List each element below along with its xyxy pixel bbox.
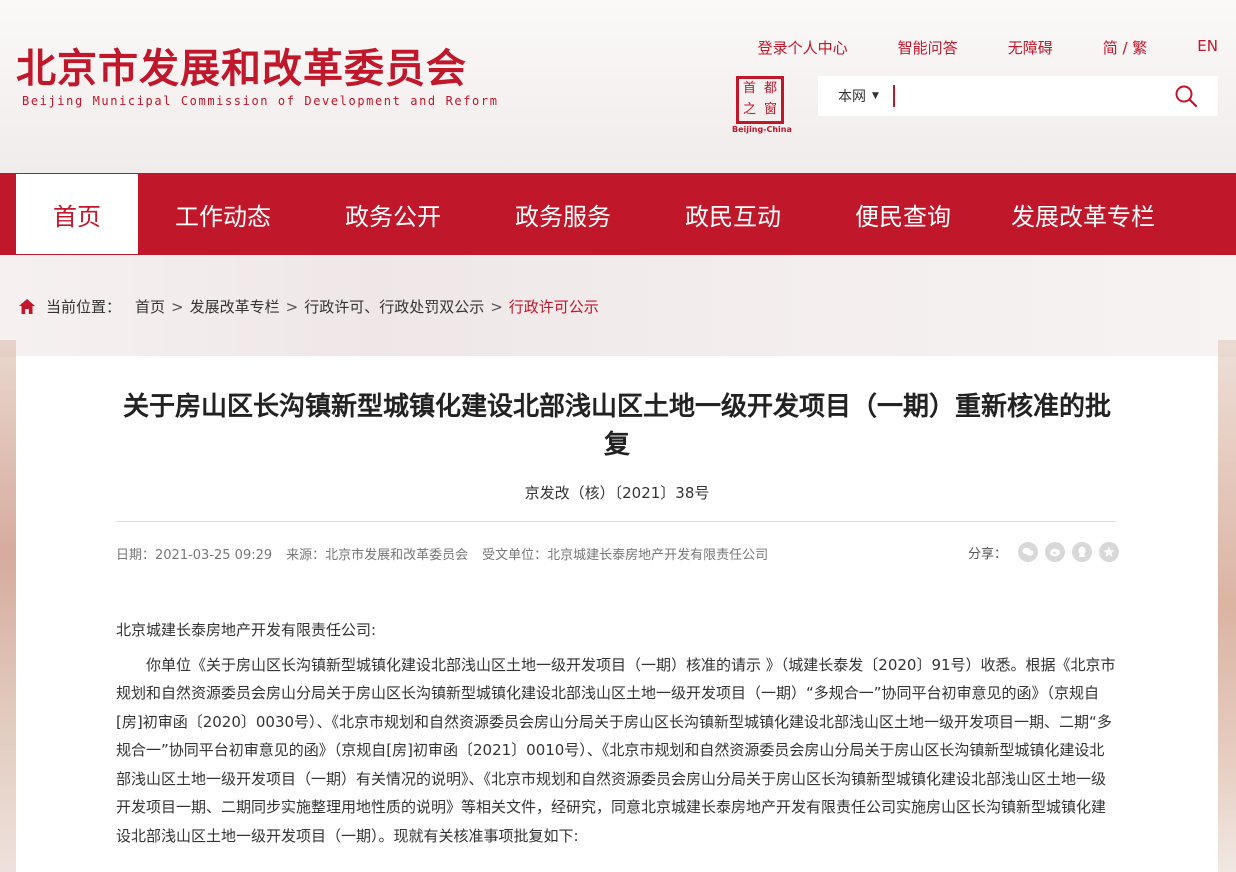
search-button[interactable] [1166,76,1206,116]
seal-logo-icon: 首 都 之 窗 [736,76,784,124]
article-title: 关于房山区长沟镇新型城镇化建设北部浅山区土地一级开发项目（一期）重新核准的批复 [122,392,1111,460]
favorite-star-icon[interactable] [1099,542,1120,562]
accessibility-link[interactable]: 无障碍 [1008,37,1053,58]
breadcrumb: 当前位置： 首页 > 发展改革专栏 > 行政许可、行政处罚双公示 > 行政许可公… [18,296,599,317]
home-icon [19,299,35,314]
nav-item-gov-affairs[interactable]: 政务公开 [308,173,478,255]
salutation: 北京城建长泰房地产开发有限责任公司: [116,621,377,639]
article-container: 关于房山区长沟镇新型城镇化建设北部浅山区土地一级开发项目（一期）重新核准的批复 … [16,356,1218,872]
breadcrumb-reform-column[interactable]: 发展改革专栏 [190,296,280,317]
article-recipient: 受文单位：北京城建长泰房地产开发有限责任公司 [482,548,769,563]
breadcrumb-dual-publicity[interactable]: 行政许可、行政处罚双公示 [304,296,484,317]
search-scope-dropdown[interactable]: 本网 ▼ [838,86,879,106]
simplified-traditional-link[interactable]: 简 / 繁 [1103,37,1148,58]
article-source: 来源：北京市发展和改革委员会 [286,548,469,563]
top-links: 登录个人中心 智能问答 无障碍 简 / 繁 EN [708,37,1218,58]
capital-window-seal[interactable]: 首 都 之 窗 Beijing-China [732,76,792,134]
breadcrumb-separator: > [285,297,299,316]
nav-item-work-news[interactable]: 工作动态 [138,173,308,255]
decorative-pavilion-right [1218,340,1236,872]
main-nav: 首页 工作动态 政务公开 政务服务 政民互动 便民查询 发展改革专栏 [0,173,1236,255]
wechat-icon[interactable] [1018,542,1039,562]
search-bar: 本网 ▼ [818,76,1218,116]
nav-item-gov-services[interactable]: 政务服务 [478,173,648,255]
site-logo-cn[interactable]: 北京市发展和改革委员会 [16,36,467,94]
breadcrumb-current[interactable]: 行政许可公示 [509,296,599,317]
nav-item-interaction[interactable]: 政民互动 [648,173,818,255]
nav-item-reform-column[interactable]: 发展改革专栏 [988,173,1178,255]
smart-qa-link[interactable]: 智能问答 [898,37,958,58]
breadcrumb-separator: > [490,297,503,316]
share-label: 分享： [968,546,1008,562]
article-paragraph: 你单位《关于房山区长沟镇新型城镇化建设北部浅山区土地一级开发项目（一期）核准的请… [116,655,1116,845]
search-input[interactable] [896,81,1166,111]
search-icon [1175,85,1198,108]
login-link[interactable]: 登录个人中心 [758,37,848,58]
article-meta: 日期：2021-03-25 09:29 来源：北京市发展和改革委员会 受文单位：… [116,544,782,563]
nav-item-public-query[interactable]: 便民查询 [818,173,988,255]
breadcrumb-label: 当前位置： [46,298,122,316]
nav-item-home[interactable]: 首页 [16,174,138,254]
breadcrumb-home[interactable]: 首页 [135,296,165,317]
breadcrumb-separator: > [171,297,184,316]
qq-icon[interactable] [1072,542,1093,562]
article-body: 北京城建长泰房地产开发有限责任公司: 你单位《关于房山区长沟镇新型城镇化建设北部… [116,616,1116,850]
share-bar: 分享： [968,542,1120,562]
seal-caption: Beijing-China [732,125,792,134]
document-number: 京发改（核）〔2021〕38号 [524,484,710,502]
publish-date: 日期：2021-03-25 09:29 [116,548,273,563]
decorative-pavilion-left [0,340,16,872]
english-link[interactable]: EN [1197,37,1218,58]
title-divider [116,521,1116,522]
weibo-icon[interactable] [1045,542,1066,562]
caret-down-icon: ▼ [872,91,879,101]
site-logo-en: Beijing Municipal Commission of Developm… [22,94,499,108]
text-cursor [892,85,895,107]
site-header: 北京市发展和改革委员会 Beijing Municipal Commission… [0,0,1236,173]
